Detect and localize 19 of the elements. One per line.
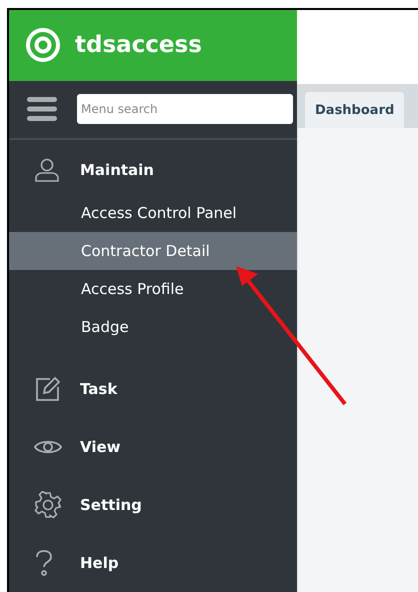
menu-item[interactable]: Access Profile xyxy=(9,270,297,308)
edit-icon xyxy=(34,376,60,402)
menu-item[interactable]: Access Control Panel xyxy=(9,194,297,232)
settings-icon xyxy=(34,491,62,519)
menu-item[interactable]: Contractor Detail xyxy=(9,232,297,270)
menu-group[interactable]: Task xyxy=(80,380,118,398)
eye-icon xyxy=(34,438,62,456)
menu-group[interactable]: View xyxy=(80,438,121,456)
menu-group[interactable]: Maintain xyxy=(80,161,154,179)
logo-icon xyxy=(25,27,61,64)
brand-name: tdsaccess xyxy=(75,32,202,58)
menu-icon[interactable] xyxy=(27,96,57,122)
help-icon xyxy=(34,549,54,577)
user-icon xyxy=(34,157,60,183)
menu-group[interactable]: Setting xyxy=(80,496,142,514)
menu-search-field[interactable]: Menu search xyxy=(77,94,293,124)
dashboard-tab[interactable]: Dashboard xyxy=(305,92,404,128)
menu-item[interactable]: Badge xyxy=(9,308,297,346)
menu-group[interactable]: Help xyxy=(80,554,119,572)
